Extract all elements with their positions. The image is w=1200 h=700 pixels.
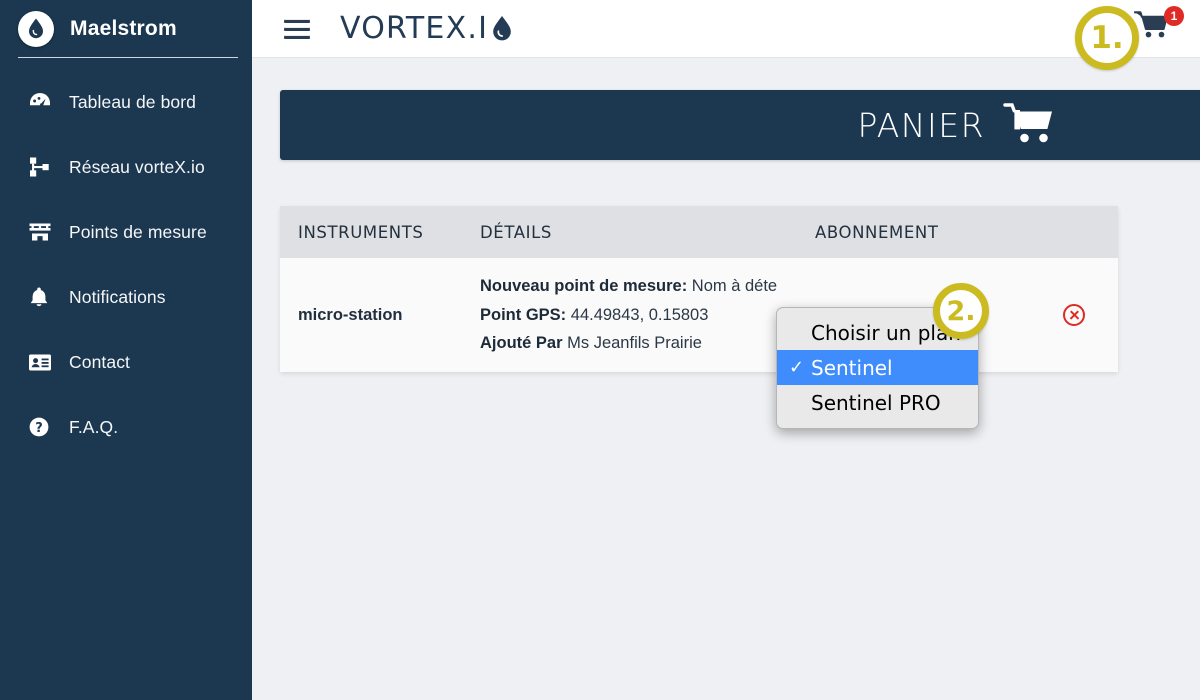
sidebar-item-notifications[interactable]: Notifications xyxy=(0,273,252,321)
page-title: PANIER xyxy=(857,105,985,145)
brand-divider xyxy=(18,57,238,58)
table-row: micro-station Nouveau point de mesure: N… xyxy=(280,258,1118,372)
measurement-station-icon xyxy=(28,219,56,245)
panier-banner: PANIER xyxy=(280,90,1200,160)
question-mark-circle-icon: ? xyxy=(28,414,56,440)
hamburger-menu-icon[interactable] xyxy=(284,18,310,39)
bell-icon xyxy=(28,284,56,310)
cell-instrument-name: micro-station xyxy=(298,305,403,324)
detail-line-point-gps: Point GPS: 44.49843, 0.15803 xyxy=(480,301,815,329)
detail-line-ajoute-par: Ajouté Par Ms Jeanfils Prairie xyxy=(480,329,815,357)
app-root: Maelstrom Tableau de bord Réseau vorteX.… xyxy=(0,0,1200,700)
vortex-logo-text-x: X xyxy=(445,11,468,46)
brand-title: Maelstrom xyxy=(70,17,177,40)
column-header-details: DÉTAILS xyxy=(480,222,552,242)
network-sitemap-icon xyxy=(28,154,56,180)
sidebar-item-points-de-mesure[interactable]: Points de mesure xyxy=(0,208,252,256)
detail-line-nouveau-point: Nouveau point de mesure: Nom à déte xyxy=(480,272,815,300)
sidebar-item-label: Réseau vorteX.io xyxy=(69,156,205,177)
cell-details: Nouveau point de mesure: Nom à déte Poin… xyxy=(480,272,815,357)
vortex-logo-text-1: VORTE xyxy=(340,11,446,46)
column-header-abonnement: ABONNEMENT xyxy=(815,222,939,242)
shopping-cart-icon xyxy=(1003,102,1055,148)
sidebar-item-label: F.A.Q. xyxy=(69,416,119,437)
dropdown-option-sentinel-pro[interactable]: Sentinel PRO xyxy=(777,385,978,420)
detail-value: 44.49843, 0.15803 xyxy=(570,305,709,324)
hamburger-bar xyxy=(284,34,310,39)
hamburger-bar xyxy=(284,26,310,31)
dropdown-option-label: Sentinel PRO xyxy=(811,390,941,415)
svg-text:?: ? xyxy=(35,421,43,436)
top-bar: VORTE X .I 1 xyxy=(252,0,1200,58)
hamburger-bar xyxy=(284,18,310,23)
cart-table: INSTRUMENTS DÉTAILS ABONNEMENT micro-sta… xyxy=(280,206,1118,372)
sidebar-item-reseau-vortex[interactable]: Réseau vorteX.io xyxy=(0,143,252,191)
detail-value: Ms Jeanfils Prairie xyxy=(567,334,702,353)
detail-value: Nom à déte xyxy=(691,277,778,296)
sidebar: Maelstrom Tableau de bord Réseau vorteX.… xyxy=(0,0,252,700)
water-droplet-icon xyxy=(18,11,54,47)
annotation-step-1: 1. xyxy=(1075,6,1139,70)
contact-card-icon xyxy=(28,349,56,375)
vortex-logo[interactable]: VORTE X .I xyxy=(340,7,515,53)
sidebar-nav: Tableau de bord Réseau vorteX.io Points … xyxy=(0,58,252,451)
detail-label: Ajouté Par xyxy=(480,334,563,353)
cell-remove xyxy=(1030,304,1118,326)
remove-circle-x-icon[interactable] xyxy=(1063,304,1085,326)
checkmark-icon: ✓ xyxy=(789,357,805,378)
sidebar-item-label: Contact xyxy=(69,351,131,372)
dropdown-option-label: Sentinel xyxy=(811,355,893,380)
table-header-row: INSTRUMENTS DÉTAILS ABONNEMENT xyxy=(280,206,1118,258)
shopping-cart-icon xyxy=(1133,10,1170,45)
detail-label: Point GPS: xyxy=(480,305,567,324)
cart-badge: 1 xyxy=(1164,5,1184,26)
annotation-step-2: 2. xyxy=(933,283,989,339)
sidebar-item-contact[interactable]: Contact xyxy=(0,338,252,386)
sidebar-item-label: Tableau de bord xyxy=(69,91,197,112)
dropdown-option-sentinel[interactable]: ✓ Sentinel xyxy=(777,350,978,385)
brand-header[interactable]: Maelstrom xyxy=(0,0,252,58)
sidebar-item-tableau-de-bord[interactable]: Tableau de bord xyxy=(0,78,252,126)
dashboard-gauge-icon xyxy=(28,89,56,115)
water-droplet-icon xyxy=(489,14,515,44)
column-header-instruments: INSTRUMENTS xyxy=(298,222,424,242)
detail-label: Nouveau point de mesure: xyxy=(480,277,688,296)
main-content: PANIER INSTRUMENTS DÉTAILS ABONNEMENT mi… xyxy=(252,58,1200,700)
cart-button[interactable]: 1 xyxy=(1133,5,1184,49)
sidebar-item-label: Points de mesure xyxy=(69,221,207,242)
sidebar-item-faq[interactable]: ? F.A.Q. xyxy=(0,403,252,451)
sidebar-item-label: Notifications xyxy=(69,286,166,307)
